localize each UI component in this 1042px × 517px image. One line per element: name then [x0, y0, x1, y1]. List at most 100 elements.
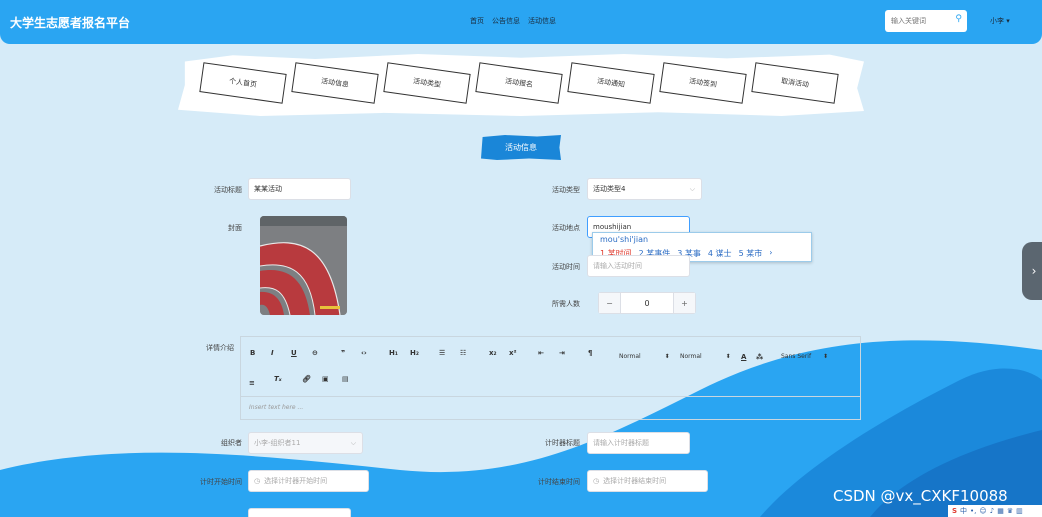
font-select[interactable]: Sans Serif ⬍: [781, 353, 828, 360]
timer-title-label: 计时器标题: [545, 439, 580, 447]
skin-icon: ♛: [1006, 507, 1014, 515]
type-select[interactable]: 活动类型4 ⌵: [587, 178, 702, 200]
rich-text-editor: B I U ⊖ ❞ ‹› H₁ H₂ ☰ ☷ x₂ x² ⇤ ⇥ ¶ Norma…: [240, 336, 861, 420]
timer-start-placeholder: 选择计时器开始时间: [264, 477, 328, 485]
chevron-right-icon: ›: [1031, 264, 1037, 278]
ime-candidate[interactable]: 4 谋士: [708, 248, 732, 259]
user-name: 小李: [990, 17, 1004, 25]
address-label: 活动地点: [552, 224, 580, 232]
nav-home[interactable]: 首页: [470, 16, 484, 26]
tab-label: 活动签到: [688, 77, 718, 89]
nav-activity[interactable]: 活动信息: [528, 16, 556, 26]
timer-start-picker[interactable]: ◷ 选择计时器开始时间: [248, 470, 369, 492]
indent-icon[interactable]: ⇥: [559, 349, 565, 357]
tab-label: 个人首页: [228, 77, 258, 89]
next-row-input[interactable]: [248, 508, 351, 517]
strike-icon[interactable]: ⊖: [312, 349, 318, 357]
size-select[interactable]: Normal ⬍: [680, 353, 731, 360]
timer-end-picker[interactable]: ◷ 选择计时器结束时间: [587, 470, 708, 492]
tab-label: 活动类型: [412, 77, 442, 89]
tab-label: 活动通知: [596, 77, 626, 89]
punct-icon: •,: [970, 507, 977, 515]
main-nav: 首页 公告信息 活动信息: [470, 16, 556, 26]
organizer-value: 小李-组织者11: [254, 439, 301, 447]
people-value[interactable]: 0: [621, 293, 673, 313]
outdent-icon[interactable]: ⇤: [538, 349, 544, 357]
clear-format-icon[interactable]: Tₓ: [274, 375, 282, 383]
timer-end-label: 计时结束时间: [538, 478, 580, 486]
detail-label: 详情介绍: [206, 344, 234, 352]
bullet-list-icon[interactable]: ☷: [460, 349, 466, 357]
code-icon[interactable]: ‹›: [361, 349, 367, 357]
ime-next-page-icon[interactable]: ›: [769, 248, 772, 259]
blockquote-icon[interactable]: ❞: [341, 349, 345, 357]
title-input[interactable]: 某某活动: [248, 178, 351, 200]
chevron-icon: ⬍: [823, 353, 829, 360]
cover-label: 封面: [228, 224, 242, 232]
ime-candidate[interactable]: 5 某市: [739, 248, 763, 259]
user-menu[interactable]: 小李 ▾: [990, 16, 1010, 26]
tab-label: 活动报名: [504, 77, 534, 89]
title-label: 活动标题: [214, 186, 242, 194]
ime-pinyin: mou'shi'jian: [600, 235, 649, 244]
top-header: 大学生志愿者报名平台 首页 公告信息 活动信息 ⚲ 小李 ▾: [0, 0, 1042, 44]
size-select-value: Normal: [680, 353, 702, 360]
superscript-icon[interactable]: x²: [509, 349, 517, 357]
header-select-value: Normal: [619, 353, 641, 360]
ime-tray: S 中 •, ☺ ♪ ▦ ♛ ▥: [948, 505, 1042, 517]
type-label: 活动类型: [552, 186, 580, 194]
organizer-label: 组织者: [221, 439, 242, 447]
font-color-icon[interactable]: A: [741, 353, 746, 361]
editor-content[interactable]: Insert text here ...: [249, 404, 303, 411]
chevron-down-icon: ⌵: [350, 439, 356, 447]
mic-icon: ♪: [989, 507, 995, 515]
video-icon[interactable]: ▤: [342, 375, 349, 383]
cover-image[interactable]: [260, 216, 347, 315]
time-label: 活动时间: [552, 263, 580, 271]
ordered-list-icon[interactable]: ☰: [439, 349, 445, 357]
background-color-icon[interactable]: ⁂: [756, 353, 763, 361]
watermark: CSDN @vx_CXKF10088: [833, 487, 1008, 505]
underline-icon[interactable]: U: [291, 349, 297, 357]
link-icon[interactable]: 🔗︎: [302, 375, 311, 383]
font-select-value: Sans Serif: [781, 353, 812, 360]
type-value: 活动类型4: [593, 185, 626, 193]
keyboard-icon: ▦: [997, 507, 1004, 515]
nav-notice[interactable]: 公告信息: [492, 16, 520, 26]
search-box: ⚲: [885, 10, 967, 32]
rtl-icon[interactable]: ¶: [588, 349, 592, 357]
italic-icon[interactable]: I: [271, 349, 274, 357]
plus-button[interactable]: +: [673, 293, 695, 313]
chevron-down-icon: ▾: [1006, 17, 1010, 25]
chevron-down-icon: ⌵: [689, 185, 695, 193]
search-input[interactable]: [885, 10, 945, 32]
image-icon[interactable]: ▣: [322, 375, 329, 383]
time-input[interactable]: 请输入活动时间: [587, 255, 690, 277]
header1-icon[interactable]: H₁: [389, 349, 398, 357]
search-icon[interactable]: ⚲: [955, 14, 962, 24]
tab-label: 取消活动: [780, 77, 810, 89]
timer-title-input[interactable]: 请输入计时器标题: [587, 432, 690, 454]
people-label: 所需人数: [552, 300, 580, 308]
track-photo: [260, 216, 347, 315]
editor-toolbar: B I U ⊖ ❞ ‹› H₁ H₂ ☰ ☷ x₂ x² ⇤ ⇥ ¶ Norma…: [241, 337, 860, 397]
chevron-icon: ⬍: [664, 353, 670, 360]
header-select[interactable]: Normal ⬍: [619, 353, 670, 360]
header2-icon[interactable]: H₂: [410, 349, 419, 357]
organizer-select[interactable]: 小李-组织者11 ⌵: [248, 432, 363, 454]
minus-button[interactable]: −: [599, 293, 621, 313]
subscript-icon[interactable]: x₂: [489, 349, 497, 357]
side-drawer-handle[interactable]: ›: [1022, 242, 1042, 300]
chevron-icon: ⬍: [725, 353, 731, 360]
align-icon[interactable]: ≡: [249, 379, 255, 387]
clock-icon: ◷: [593, 477, 600, 485]
section-activity-info-button[interactable]: 活动信息: [481, 135, 561, 160]
people-stepper: − 0 +: [598, 292, 696, 314]
tab-label: 活动信息: [320, 77, 350, 89]
brand-title: 大学生志愿者报名平台: [10, 16, 131, 30]
timer-start-label: 计时开始时间: [200, 478, 242, 486]
emoji-icon: ☺: [979, 507, 987, 515]
ime-mode-label[interactable]: 中: [960, 506, 967, 516]
bold-icon[interactable]: B: [250, 349, 255, 357]
timer-end-placeholder: 选择计时器结束时间: [603, 477, 667, 485]
